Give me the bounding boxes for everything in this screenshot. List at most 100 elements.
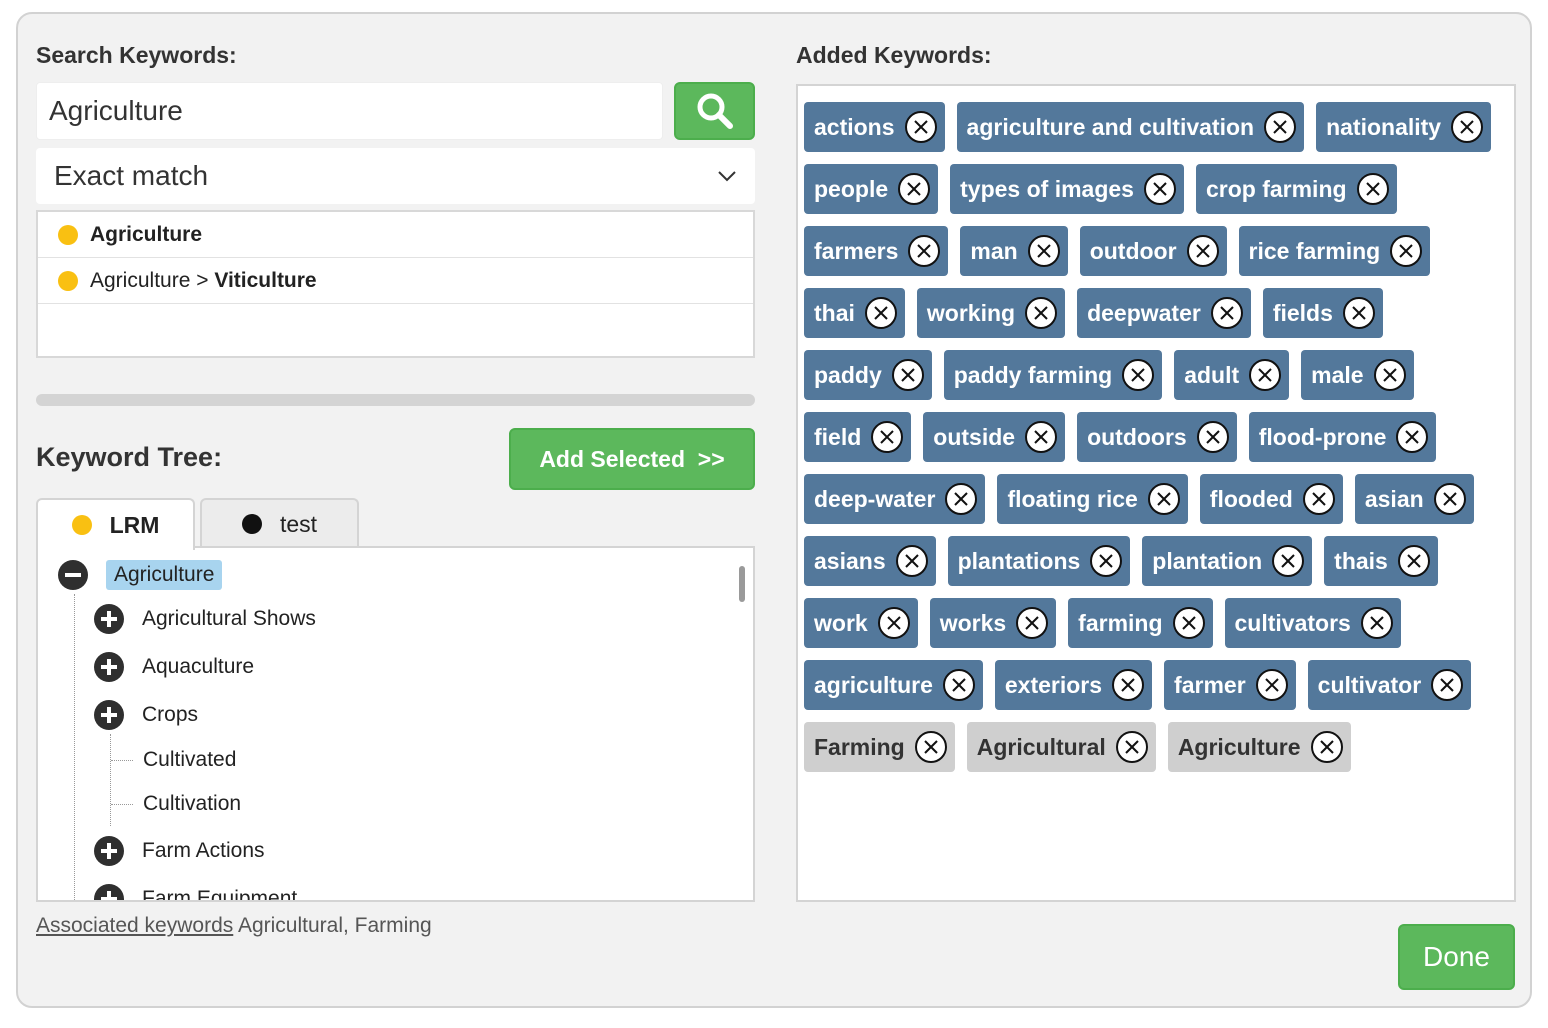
search-keywords-label: Search Keywords: (36, 42, 237, 68)
remove-tag-icon[interactable] (945, 483, 978, 515)
done-button[interactable]: Done (1398, 924, 1515, 990)
keyword-tag-label: flooded (1209, 485, 1293, 512)
keyword-tag: working (916, 288, 1066, 338)
remove-tag-icon[interactable] (1272, 545, 1305, 577)
remove-tag-icon[interactable] (1255, 669, 1288, 701)
keyword-tag-label: outside (933, 423, 1016, 450)
tree-node-label[interactable]: Farm Actions (142, 839, 265, 863)
remove-tag-icon[interactable] (1390, 235, 1423, 267)
remove-tag-icon[interactable] (1342, 297, 1375, 329)
tree-node[interactable]: Farm Actions (94, 836, 265, 866)
remove-tag-icon[interactable] (1115, 731, 1148, 763)
remove-tag-icon[interactable] (1373, 359, 1406, 391)
remove-tag-icon[interactable] (871, 421, 904, 453)
remove-tag-icon[interactable] (1016, 607, 1049, 639)
vocabulary-dot-icon (71, 515, 92, 535)
remove-tag-icon[interactable] (942, 669, 975, 701)
remove-tag-icon[interactable] (1143, 173, 1176, 205)
remove-tag-icon[interactable] (1397, 545, 1430, 577)
remove-tag-icon[interactable] (1249, 359, 1282, 391)
tree-node[interactable]: Cultivated (111, 748, 236, 772)
close-icon (1034, 306, 1048, 320)
match-mode-value: Exact match (54, 160, 209, 191)
tree-node[interactable]: Cultivation (111, 792, 241, 816)
tree-node[interactable]: Crops (94, 700, 198, 730)
expand-icon[interactable] (94, 652, 124, 682)
remove-tag-icon[interactable] (891, 359, 924, 391)
remove-tag-icon[interactable] (1090, 545, 1123, 577)
tree-scrollbar[interactable] (739, 566, 745, 602)
tab-label: LRM (109, 511, 160, 538)
remove-tag-icon[interactable] (1147, 483, 1180, 515)
close-icon (1370, 616, 1384, 630)
keyword-tag-label: man (970, 237, 1018, 264)
remove-tag-icon[interactable] (914, 731, 947, 763)
remove-tag-icon[interactable] (1196, 421, 1229, 453)
remove-tag-icon[interactable] (1122, 359, 1155, 391)
remove-tag-icon[interactable] (1360, 607, 1393, 639)
expand-icon[interactable] (94, 836, 124, 866)
keyword-tag: work (804, 598, 918, 648)
remove-tag-icon[interactable] (864, 297, 897, 329)
remove-tag-icon[interactable] (1025, 421, 1058, 453)
tree-node-label[interactable]: Agriculture (106, 560, 223, 590)
remove-tag-icon[interactable] (1112, 669, 1145, 701)
close-icon (1382, 368, 1397, 382)
keyword-tag: thais (1324, 536, 1438, 586)
keyword-tag: asian (1354, 474, 1474, 524)
tree-node-label[interactable]: Farm Equipment (142, 887, 297, 900)
search-button[interactable] (674, 82, 755, 140)
horizontal-scrollbar[interactable] (36, 394, 755, 406)
remove-tag-icon[interactable] (1186, 235, 1219, 267)
keyword-tag: agriculture and cultivation (956, 102, 1305, 152)
expand-icon[interactable] (94, 700, 124, 730)
remove-tag-icon[interactable] (1396, 421, 1429, 453)
keyword-tag-label: male (1311, 361, 1364, 388)
keyword-tag-label: plantation (1152, 547, 1263, 574)
remove-tag-icon[interactable] (898, 173, 931, 205)
add-selected-button[interactable]: Add Selected >> (509, 428, 755, 490)
remove-tag-icon[interactable] (1025, 297, 1058, 329)
tree-node-label[interactable]: Crops (142, 703, 198, 727)
tree-node-label[interactable]: Aquaculture (142, 655, 254, 679)
remove-tag-icon[interactable] (895, 545, 928, 577)
remove-tag-icon[interactable] (1302, 483, 1335, 515)
tab-lrm[interactable]: LRM (36, 498, 195, 550)
remove-tag-icon[interactable] (1027, 235, 1060, 267)
search-result-item[interactable]: Agriculture (38, 212, 753, 258)
vocabulary-dot-icon (58, 270, 78, 291)
remove-tag-icon[interactable] (1433, 483, 1466, 515)
close-icon (1121, 678, 1135, 692)
collapse-icon[interactable] (58, 560, 88, 590)
remove-tag-icon[interactable] (1210, 297, 1243, 329)
tree-node[interactable]: Agricultural Shows (94, 604, 316, 634)
match-mode-select[interactable]: Exact match (36, 148, 755, 204)
expand-icon[interactable] (94, 884, 124, 900)
remove-tag-icon[interactable] (1356, 173, 1389, 205)
search-result-item[interactable]: Agriculture > Viticulture (38, 258, 753, 304)
keyword-tag-label: flood-prone (1258, 423, 1387, 450)
remove-tag-icon[interactable] (1172, 607, 1205, 639)
remove-tag-icon[interactable] (1451, 111, 1484, 143)
search-input[interactable] (36, 82, 663, 140)
remove-tag-icon[interactable] (1310, 731, 1343, 763)
tree-node-label[interactable]: Agricultural Shows (142, 607, 316, 631)
associated-keywords-link[interactable]: Associated keywords (36, 914, 233, 937)
keyword-tag-label: deep-water (814, 485, 936, 512)
expand-icon[interactable] (94, 604, 124, 634)
tree-node[interactable]: Aquaculture (94, 652, 254, 682)
tree-node-label[interactable]: Cultivated (143, 748, 236, 772)
tree-node-root[interactable]: Agriculture (58, 560, 223, 590)
remove-tag-icon[interactable] (1264, 111, 1297, 143)
tab-test[interactable]: test (200, 498, 359, 548)
close-icon (880, 430, 894, 444)
tree-node[interactable]: Farm Equipment (94, 884, 297, 900)
remove-tag-icon[interactable] (1431, 669, 1464, 701)
close-icon (1034, 430, 1048, 444)
tree-connector (111, 803, 133, 805)
remove-tag-icon[interactable] (908, 235, 941, 267)
remove-tag-icon[interactable] (877, 607, 910, 639)
tree-node-label[interactable]: Cultivation (143, 792, 241, 816)
remove-tag-icon[interactable] (904, 111, 937, 143)
keyword-tag-label: types of images (960, 175, 1134, 202)
